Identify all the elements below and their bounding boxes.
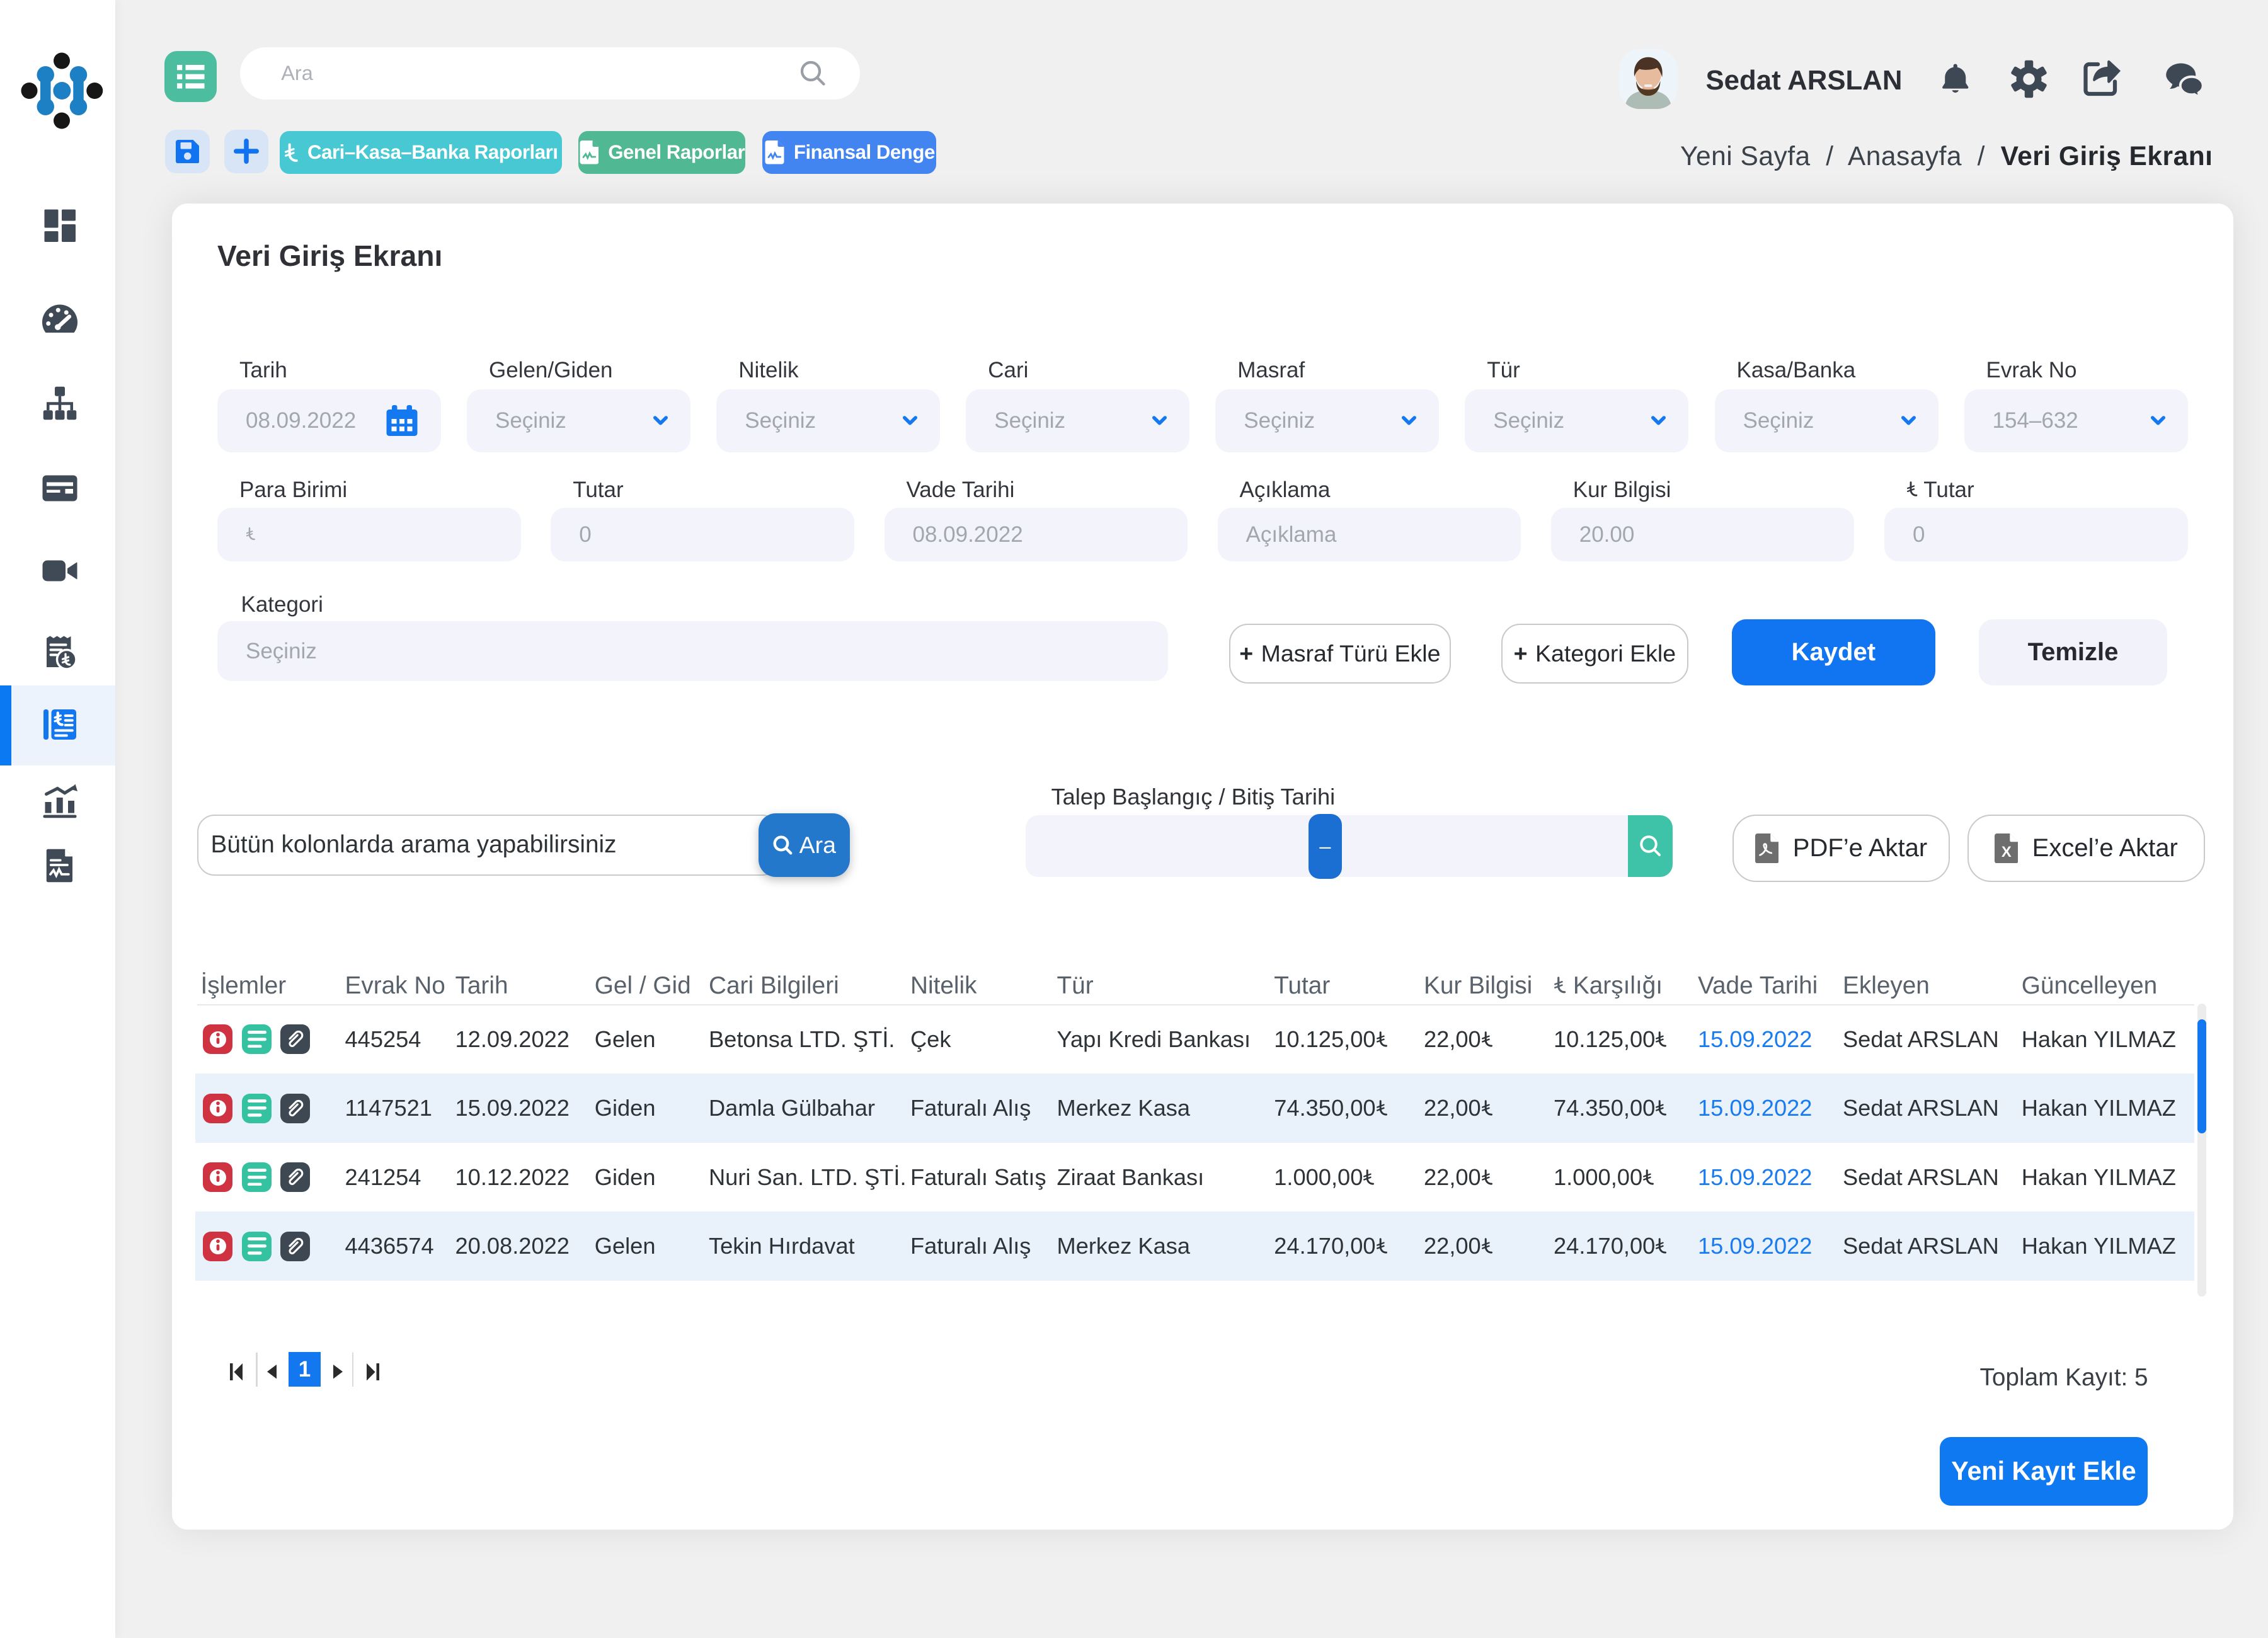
- svg-text:X: X: [2001, 844, 2011, 861]
